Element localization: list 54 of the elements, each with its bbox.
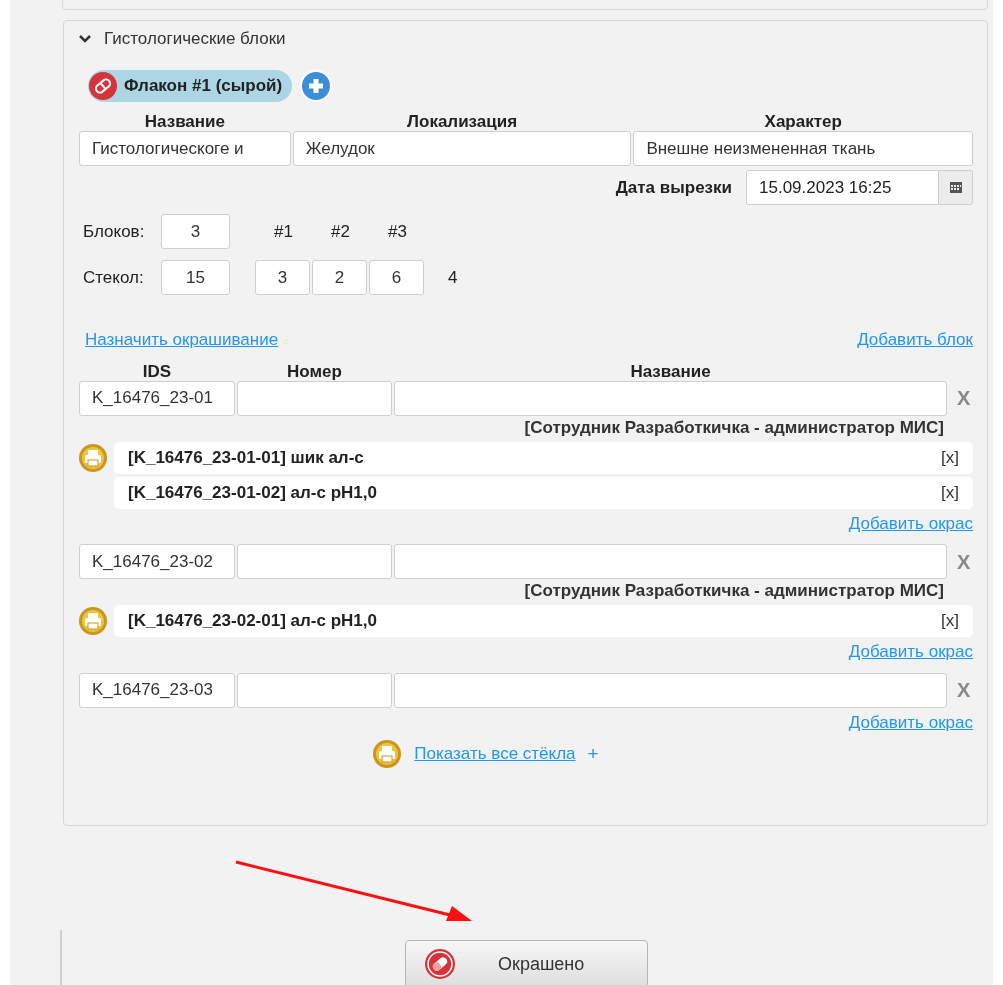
stain-row[interactable]: [K_16476_23-02-01] ал-с pH1,0 [x] <box>114 605 973 637</box>
stain-icon <box>424 948 456 980</box>
block-number: #2 <box>330 220 351 243</box>
column-header: Характер <box>763 111 843 131</box>
stain-label: [K_16476_23-02-01] ал-с pH1,0 <box>128 610 377 633</box>
name-field[interactable] <box>394 380 947 416</box>
date-label: Дата вырезки <box>615 176 732 199</box>
block-number: #1 <box>273 220 294 243</box>
name-field[interactable] <box>394 544 947 579</box>
staff-name: [Сотрудник Разработкичка - администратор МИС] <box>523 580 945 602</box>
stain-label: [K_16476_23-01-01] шик ал-с <box>128 446 364 469</box>
slides-field[interactable]: 15 <box>161 260 230 295</box>
name-field[interactable] <box>394 672 947 708</box>
text-field[interactable]: Внешне неизмененная ткань <box>633 131 973 166</box>
section-title[interactable]: Гистологические блоки <box>104 26 286 52</box>
remove-stain-button[interactable]: [x] <box>941 608 959 634</box>
ids-field[interactable]: K_16476_23-01 <box>79 380 235 416</box>
remove-stain-button[interactable]: [x] <box>941 444 959 471</box>
text-field[interactable]: Желудок <box>292 131 632 166</box>
vial-tab[interactable]: Флакон #1 (сырой) <box>88 70 293 102</box>
blocks-label: Блоков: <box>83 220 146 243</box>
number-field[interactable] <box>237 544 392 579</box>
column-header: Номер <box>286 360 343 381</box>
blocks-field[interactable]: 3 <box>161 214 230 249</box>
printer-icon[interactable] <box>372 739 403 769</box>
chevron-icon[interactable] <box>78 34 92 44</box>
printer-icon[interactable] <box>78 606 108 636</box>
number-field[interactable] <box>237 380 392 416</box>
column-header: IDS <box>141 360 173 381</box>
collapsed-section-header[interactable] <box>62 0 988 10</box>
stained-button[interactable]: Окрашено <box>405 940 648 985</box>
ids-field[interactable]: K_16476_23-03 <box>79 672 235 708</box>
printer-icon[interactable] <box>78 442 108 473</box>
column-header: Название <box>629 360 712 381</box>
slide-count: 4 <box>448 266 458 289</box>
number-field[interactable] <box>237 672 392 708</box>
column-header: Название <box>143 111 226 131</box>
slide-count-field[interactable]: 2 <box>312 260 367 295</box>
column-header: Локализация <box>406 111 519 131</box>
calendar-icon[interactable] <box>949 182 962 193</box>
ids-field[interactable]: K_16476_23-02 <box>79 544 235 579</box>
add-icon[interactable] <box>300 70 333 102</box>
text-field[interactable]: Гистологическоге и <box>79 131 291 166</box>
slide-count-field[interactable]: 6 <box>369 260 424 295</box>
remove-stain-button[interactable]: [x] <box>941 479 959 506</box>
stain-label: [K_16476_23-01-02] ал-с pH1,0 <box>128 481 377 504</box>
stain-row[interactable]: [K_16476_23-01-02] ал-с pH1,0 [x] <box>114 476 973 509</box>
slide-count-field[interactable]: 3 <box>255 260 310 295</box>
stain-row[interactable]: [K_16476_23-01-01] шик ал-с [x] <box>114 441 973 474</box>
date-field[interactable]: 15.09.2023 16:25 <box>746 170 939 205</box>
vial-icon <box>88 71 118 101</box>
block-number: #3 <box>387 220 408 243</box>
staff-name: [Сотрудник Разработкичка - администратор МИС] <box>523 416 945 439</box>
slides-label: Стекол: <box>83 266 145 289</box>
